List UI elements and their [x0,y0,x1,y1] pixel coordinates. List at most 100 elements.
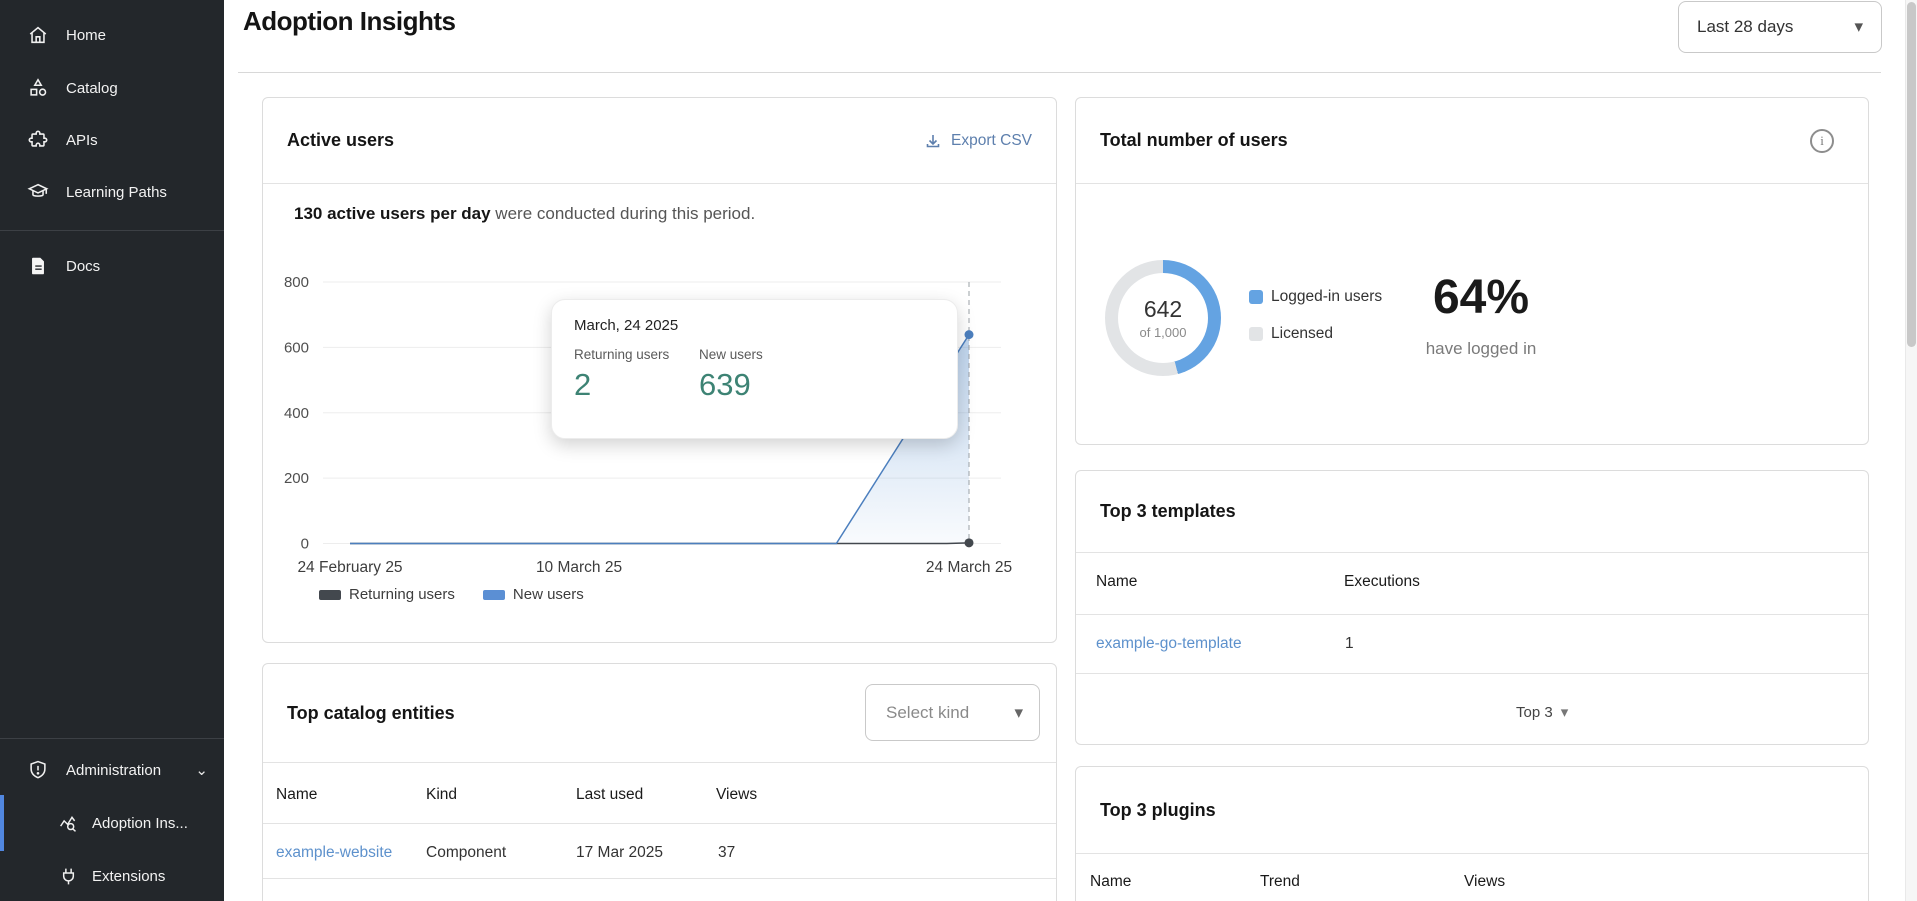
legend-swatch [319,590,341,600]
tooltip-returning: Returning users 2 [574,347,699,403]
column-header-name: Name [1096,573,1137,591]
select-kind-dropdown[interactable]: Select kind [865,684,1040,741]
column-header-views: Views [1464,873,1505,891]
legend-swatch [483,590,505,600]
tooltip-date: March, 24 2025 [574,317,935,334]
sidebar-item-adoption-insights[interactable]: Adoption Ins... [0,803,224,843]
sidebar-item-administration[interactable]: Administration [0,750,224,790]
column-header-last-used: Last used [576,786,643,804]
top-plugins-card-header: Top 3 plugins [1076,767,1868,854]
legend-swatch [1249,290,1263,304]
apis-icon [27,129,49,151]
svg-text:0: 0 [301,536,309,553]
donut-center: 642 of 1,000 [1118,273,1208,363]
sidebar-item-label: Catalog [66,80,118,97]
sidebar-item-extensions[interactable]: Extensions [0,856,224,896]
tooltip-values: Returning users 2 New users 639 [574,347,935,403]
table-divider [263,823,1056,824]
tooltip-returning-value: 2 [574,367,699,403]
total-users-card: Total number of users 642 of 1,000 Logge… [1075,97,1869,445]
template-link[interactable]: example-go-template [1096,635,1242,653]
svg-text:200: 200 [284,470,309,487]
legend-label: New users [513,586,584,603]
tooltip-new-value: 639 [699,367,763,403]
legend-label: Returning users [349,586,455,603]
total-users-card-header: Total number of users [1076,98,1868,184]
legend-label: Licensed [1271,325,1333,343]
adoption-insights-page: Home Catalog APIs Learning Paths Docs Ad… [0,0,1917,901]
header-divider [238,72,1881,73]
sidebar-item-home[interactable]: Home [0,15,224,55]
legend-item-returning-users: Returning users [319,586,455,603]
table-divider [263,878,1056,879]
sidebar-item-learning-paths[interactable]: Learning Paths [0,172,224,212]
top-n-value: Top 3 [1516,704,1553,721]
scrollbar-track[interactable] [1905,0,1917,901]
card-title: Top 3 templates [1100,501,1236,522]
sidebar-divider [0,230,224,231]
sidebar-item-label: Docs [66,258,100,275]
sidebar-divider [0,738,224,739]
date-range-value: Last 28 days [1697,17,1793,37]
svg-text:10 March 25: 10 March 25 [536,559,622,576]
column-header-trend: Trend [1260,873,1300,891]
table-divider [1076,614,1868,615]
legend-swatch [1249,327,1263,341]
entity-link[interactable]: example-website [276,844,392,862]
donut-value: 642 [1144,296,1182,323]
select-kind-placeholder: Select kind [886,703,969,723]
sidebar-item-label: Extensions [92,868,165,885]
legend-label: Logged-in users [1271,288,1382,306]
logged-in-percent-block: 64% have logged in [1386,270,1576,359]
docs-icon [27,255,49,277]
catalog-icon [27,77,49,99]
top-templates-card-header: Top 3 templates [1076,471,1868,553]
chart-legend: Returning users New users [319,586,584,603]
entity-last-used: 17 Mar 2025 [576,844,663,862]
donut-of-label: of 1,000 [1140,325,1187,340]
tooltip-returning-label: Returning users [574,347,699,362]
card-title: Total number of users [1100,130,1288,151]
page-title: Adoption Insights [243,6,455,37]
chart-tooltip: March, 24 2025 Returning users 2 New use… [551,299,958,439]
tooltip-new: New users 639 [699,347,763,403]
entity-kind: Component [426,844,506,862]
active-users-card: Active users Export CSV 130 active users… [262,97,1057,643]
shield-alert-icon [27,759,49,781]
column-header-name: Name [276,786,317,804]
learning-paths-icon [27,181,49,203]
donut-legend: Logged-in users Licensed [1249,288,1382,343]
date-range-select[interactable]: Last 28 days [1678,1,1882,53]
svg-text:24 March 25: 24 March 25 [926,559,1012,576]
caret-down-icon [1854,17,1863,37]
plug-icon [58,866,79,887]
tooltip-new-label: New users [699,347,763,362]
adoption-insights-icon [58,813,79,834]
sidebar-item-docs[interactable]: Docs [0,246,224,286]
scrollbar-thumb[interactable] [1907,2,1916,347]
sidebar: Home Catalog APIs Learning Paths Docs Ad… [0,0,224,901]
card-title: Top 3 plugins [1100,800,1216,821]
sidebar-item-catalog[interactable]: Catalog [0,68,224,108]
percent-caption: have logged in [1386,339,1576,359]
caret-down-icon [1014,703,1023,723]
top-templates-card: Top 3 templates Name Executions example-… [1075,470,1869,745]
legend-item-licensed: Licensed [1249,325,1382,343]
sidebar-item-label: Learning Paths [66,184,167,201]
sidebar-item-apis[interactable]: APIs [0,120,224,160]
column-header-views: Views [716,786,757,804]
svg-text:800: 800 [284,274,309,291]
column-header-kind: Kind [426,786,457,804]
users-donut-chart: 642 of 1,000 [1105,260,1221,376]
top-plugins-card: Top 3 plugins Name Trend Views [1075,766,1869,901]
info-icon[interactable] [1810,129,1834,153]
home-icon [27,24,49,46]
sidebar-item-label: Home [66,27,106,44]
sidebar-item-label: APIs [66,132,98,149]
svg-text:400: 400 [284,405,309,422]
card-title: Top catalog entities [287,703,455,724]
entity-views: 37 [718,844,735,862]
legend-item-logged-in: Logged-in users [1249,288,1382,306]
top-n-select[interactable]: Top 3 [1516,703,1568,721]
chevron-down-icon [195,763,208,778]
